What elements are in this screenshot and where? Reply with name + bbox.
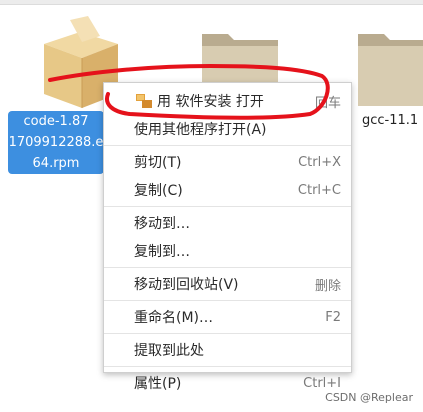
menu-item-label: 重命名(M)… [134,310,214,326]
menu-item-label: 剪切(T) [134,155,182,171]
menu-separator [104,333,351,334]
file-label-line: 64.rpm [32,156,80,171]
menu-item-open-with-other[interactable]: 使用其他程序打开(A) [104,115,351,143]
menu-item-rename[interactable]: 重命名(M)… F2 [104,303,351,331]
menu-item-label: 提取到此处 [134,343,204,359]
folder-icon[interactable] [354,20,423,110]
menu-item-open-with-software-install[interactable]: 用 软件安装 打开 回车 [104,87,351,115]
menu-item-copy-to[interactable]: 复制到… [104,237,351,265]
folder-label[interactable]: gcc-11.1 [362,113,418,128]
menu-item-move-to[interactable]: 移动到… [104,209,351,237]
menu-item-label: 移动到回收站(V) [134,277,239,293]
file-label-line: code-1.87 [23,114,89,129]
menu-item-shortcut: Ctrl+C [297,182,341,198]
context-menu: 用 软件安装 打开 回车 使用其他程序打开(A) 剪切(T) Ctrl+X 复制… [103,82,352,392]
menu-item-cut[interactable]: 剪切(T) Ctrl+X [104,148,351,176]
menu-item-label: 复制(C) [134,183,183,199]
menu-item-extract-here[interactable]: 提取到此处 [104,336,351,364]
menu-item-shortcut: Ctrl+X [298,154,341,170]
menu-item-label: 用 软件安装 打开 [157,94,264,110]
menu-item-move-to-trash[interactable]: 移动到回收站(V) 删除 [104,270,351,298]
file-label-line: 1709912288.e [8,135,104,150]
menu-item-label: 使用其他程序打开(A) [134,122,267,138]
menu-item-shortcut: Ctrl+I [303,375,341,391]
software-install-icon [136,94,152,108]
menu-separator [104,366,351,367]
menu-item-label: 移动到… [134,216,190,232]
menu-separator [104,300,351,301]
menu-item-shortcut: F2 [325,309,341,325]
menu-item-properties[interactable]: 属性(P) Ctrl+I [104,369,351,397]
menu-item-label: 属性(P) [134,376,182,392]
menu-separator [104,206,351,207]
selected-file-label[interactable]: code-1.87 1709912288.e 64.rpm [8,111,104,174]
menu-item-shortcut: 回车 [314,95,341,111]
menu-item-label: 复制到… [134,244,190,260]
watermark: CSDN @Replear [325,391,413,404]
menu-separator [104,267,351,268]
menu-separator [104,145,351,146]
window-top-edge [0,0,423,5]
menu-item-copy[interactable]: 复制(C) Ctrl+C [104,176,351,204]
menu-item-shortcut: 删除 [314,278,341,294]
